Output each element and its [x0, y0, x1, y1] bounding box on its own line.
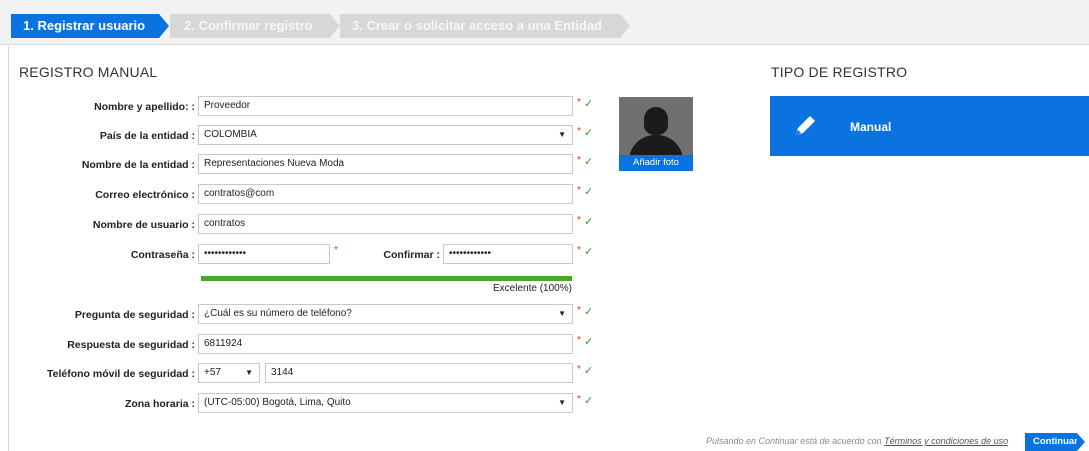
step-crear-entidad[interactable]: 3. Crear o solicitar acceso a una Entida… — [340, 14, 630, 38]
pais-value: COLOMBIA — [204, 129, 257, 140]
registro-manual-title: REGISTRO MANUAL — [19, 64, 158, 80]
check-icon: ✓ — [584, 365, 594, 377]
check-icon: ✓ — [584, 336, 594, 348]
confirmar-label: Confirmar : — [383, 249, 440, 261]
chevron-down-icon: ▼ — [558, 398, 566, 407]
pregunta-select[interactable]: ¿Cuál es su número de teléfono? ▼ — [198, 304, 573, 324]
password-strength-bar — [201, 276, 572, 281]
check-icon: ✓ — [584, 216, 594, 228]
required-mark: * — [334, 245, 338, 256]
wizard-steps: 1. Registrar usuario 2. Confirmar regist… — [0, 0, 1089, 45]
required-mark: * — [577, 155, 581, 166]
pais-select[interactable]: COLOMBIA ▼ — [198, 125, 573, 145]
check-icon: ✓ — [584, 156, 594, 168]
correo-label: Correo electrónico : — [95, 189, 195, 201]
chevron-down-icon: ▼ — [558, 130, 566, 139]
required-mark: * — [577, 305, 581, 316]
required-mark: * — [577, 185, 581, 196]
required-mark: * — [577, 394, 581, 405]
check-icon: ✓ — [584, 246, 594, 258]
pencil-icon — [796, 116, 815, 135]
pregunta-label: Pregunta de seguridad : — [74, 309, 195, 321]
terms-link[interactable]: Términos y condiciones de uso — [884, 436, 1008, 446]
password-strength-text: Excelente (100%) — [493, 283, 572, 294]
usuario-input[interactable]: contratos — [198, 214, 573, 234]
profile-photo: Añadir foto — [619, 97, 693, 171]
contrasena-input[interactable]: •••••••••••• — [198, 244, 330, 264]
check-icon: ✓ — [584, 127, 594, 139]
telefono-input[interactable]: 3144 — [265, 363, 573, 383]
required-mark: * — [577, 364, 581, 375]
usuario-label: Nombre de usuario : — [92, 219, 195, 231]
continue-button[interactable]: Continuar — [1025, 433, 1085, 451]
country-code-select[interactable]: +57 ▼ — [198, 363, 260, 383]
required-mark: * — [577, 215, 581, 226]
terms-prefix: Pulsando en Continuar está de acuerdo co… — [706, 436, 885, 446]
chevron-down-icon: ▼ — [245, 368, 253, 377]
required-mark: * — [577, 97, 581, 108]
add-photo-button[interactable]: Añadir foto — [619, 155, 693, 171]
nombre-label: Nombre y apellido: : — [94, 101, 195, 113]
pregunta-value: ¿Cuál es su número de teléfono? — [204, 308, 352, 319]
country-code-value: +57 — [204, 367, 221, 378]
pais-label: País de la entidad : — [99, 130, 195, 142]
avatar-head — [644, 107, 668, 135]
respuesta-label: Respuesta de seguridad : — [67, 339, 195, 351]
contrasena-label: Contraseña : — [130, 249, 195, 261]
required-mark: * — [577, 245, 581, 256]
step-confirmar-registro[interactable]: 2. Confirmar registro — [170, 14, 340, 38]
step-registrar-usuario[interactable]: 1. Registrar usuario — [11, 14, 169, 38]
zona-select[interactable]: (UTC-05:00) Bogotá, Lima, Quito ▼ — [198, 393, 573, 413]
terms-notice: Pulsando en Continuar está de acuerdo co… — [706, 436, 1008, 446]
tipo-registro-title: TIPO DE REGISTRO — [771, 64, 908, 80]
telefono-label: Teléfono móvil de seguridad : — [47, 368, 195, 380]
check-icon: ✓ — [584, 98, 594, 110]
registro-manual-option-label: Manual — [850, 120, 892, 134]
zona-value: (UTC-05:00) Bogotá, Lima, Quito — [204, 397, 351, 408]
correo-input[interactable]: contratos@com — [198, 184, 573, 204]
entidad-label: Nombre de la entidad : — [81, 159, 195, 171]
registro-manual-option[interactable]: Manual — [770, 96, 1089, 156]
check-icon: ✓ — [584, 306, 594, 318]
confirmar-input[interactable]: •••••••••••• — [443, 244, 573, 264]
entidad-input[interactable]: Representaciones Nueva Moda — [198, 154, 573, 174]
chevron-down-icon: ▼ — [558, 309, 566, 318]
check-icon: ✓ — [584, 395, 594, 407]
respuesta-input[interactable]: 6811924 — [198, 334, 573, 354]
nombre-input[interactable]: Proveedor — [198, 96, 573, 116]
required-mark: * — [577, 126, 581, 137]
zona-label: Zona horaria : — [124, 398, 195, 410]
check-icon: ✓ — [584, 186, 594, 198]
required-mark: * — [577, 335, 581, 346]
